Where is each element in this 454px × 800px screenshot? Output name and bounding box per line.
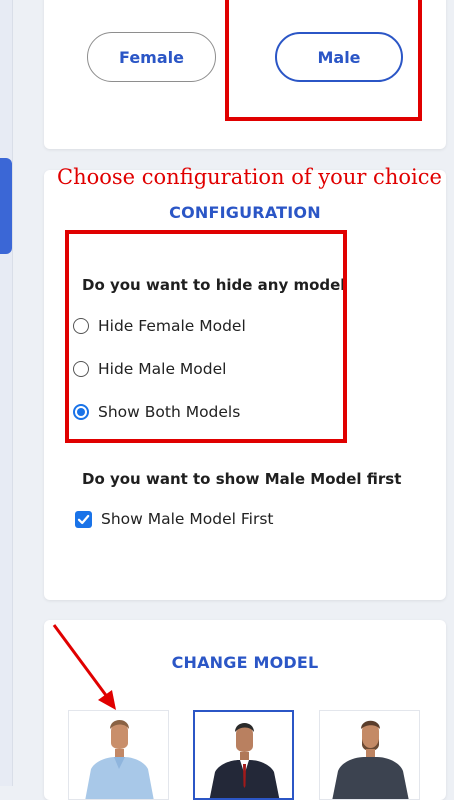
model-dark-suit-icon	[209, 723, 280, 798]
red-arrow-icon	[52, 624, 116, 710]
model-thumbnail-3[interactable]	[319, 710, 420, 800]
configuration-title: CONFIGURATION	[169, 203, 321, 222]
model-light-blue-shirt-icon	[85, 720, 154, 799]
annotation-text: Choose configuration of your choice	[57, 165, 442, 189]
checkbox-checked-icon[interactable]	[75, 510, 92, 528]
checkbox-label: Show Male Model First	[101, 510, 274, 528]
model-thumbnail-1[interactable]	[68, 710, 169, 800]
checkbox-male-first[interactable]: Show Male Model First	[75, 510, 273, 528]
male-first-question: Do you want to show Male Model first	[82, 470, 402, 488]
model-grey-tshirt-icon	[332, 720, 409, 799]
female-button[interactable]: Female	[87, 32, 216, 82]
model-thumbnail-2[interactable]	[193, 710, 294, 800]
side-panel-strip	[0, 0, 13, 786]
highlight-box-hide-options	[65, 230, 347, 443]
side-panel-tab[interactable]	[0, 158, 12, 254]
highlight-box-male	[225, 0, 422, 121]
